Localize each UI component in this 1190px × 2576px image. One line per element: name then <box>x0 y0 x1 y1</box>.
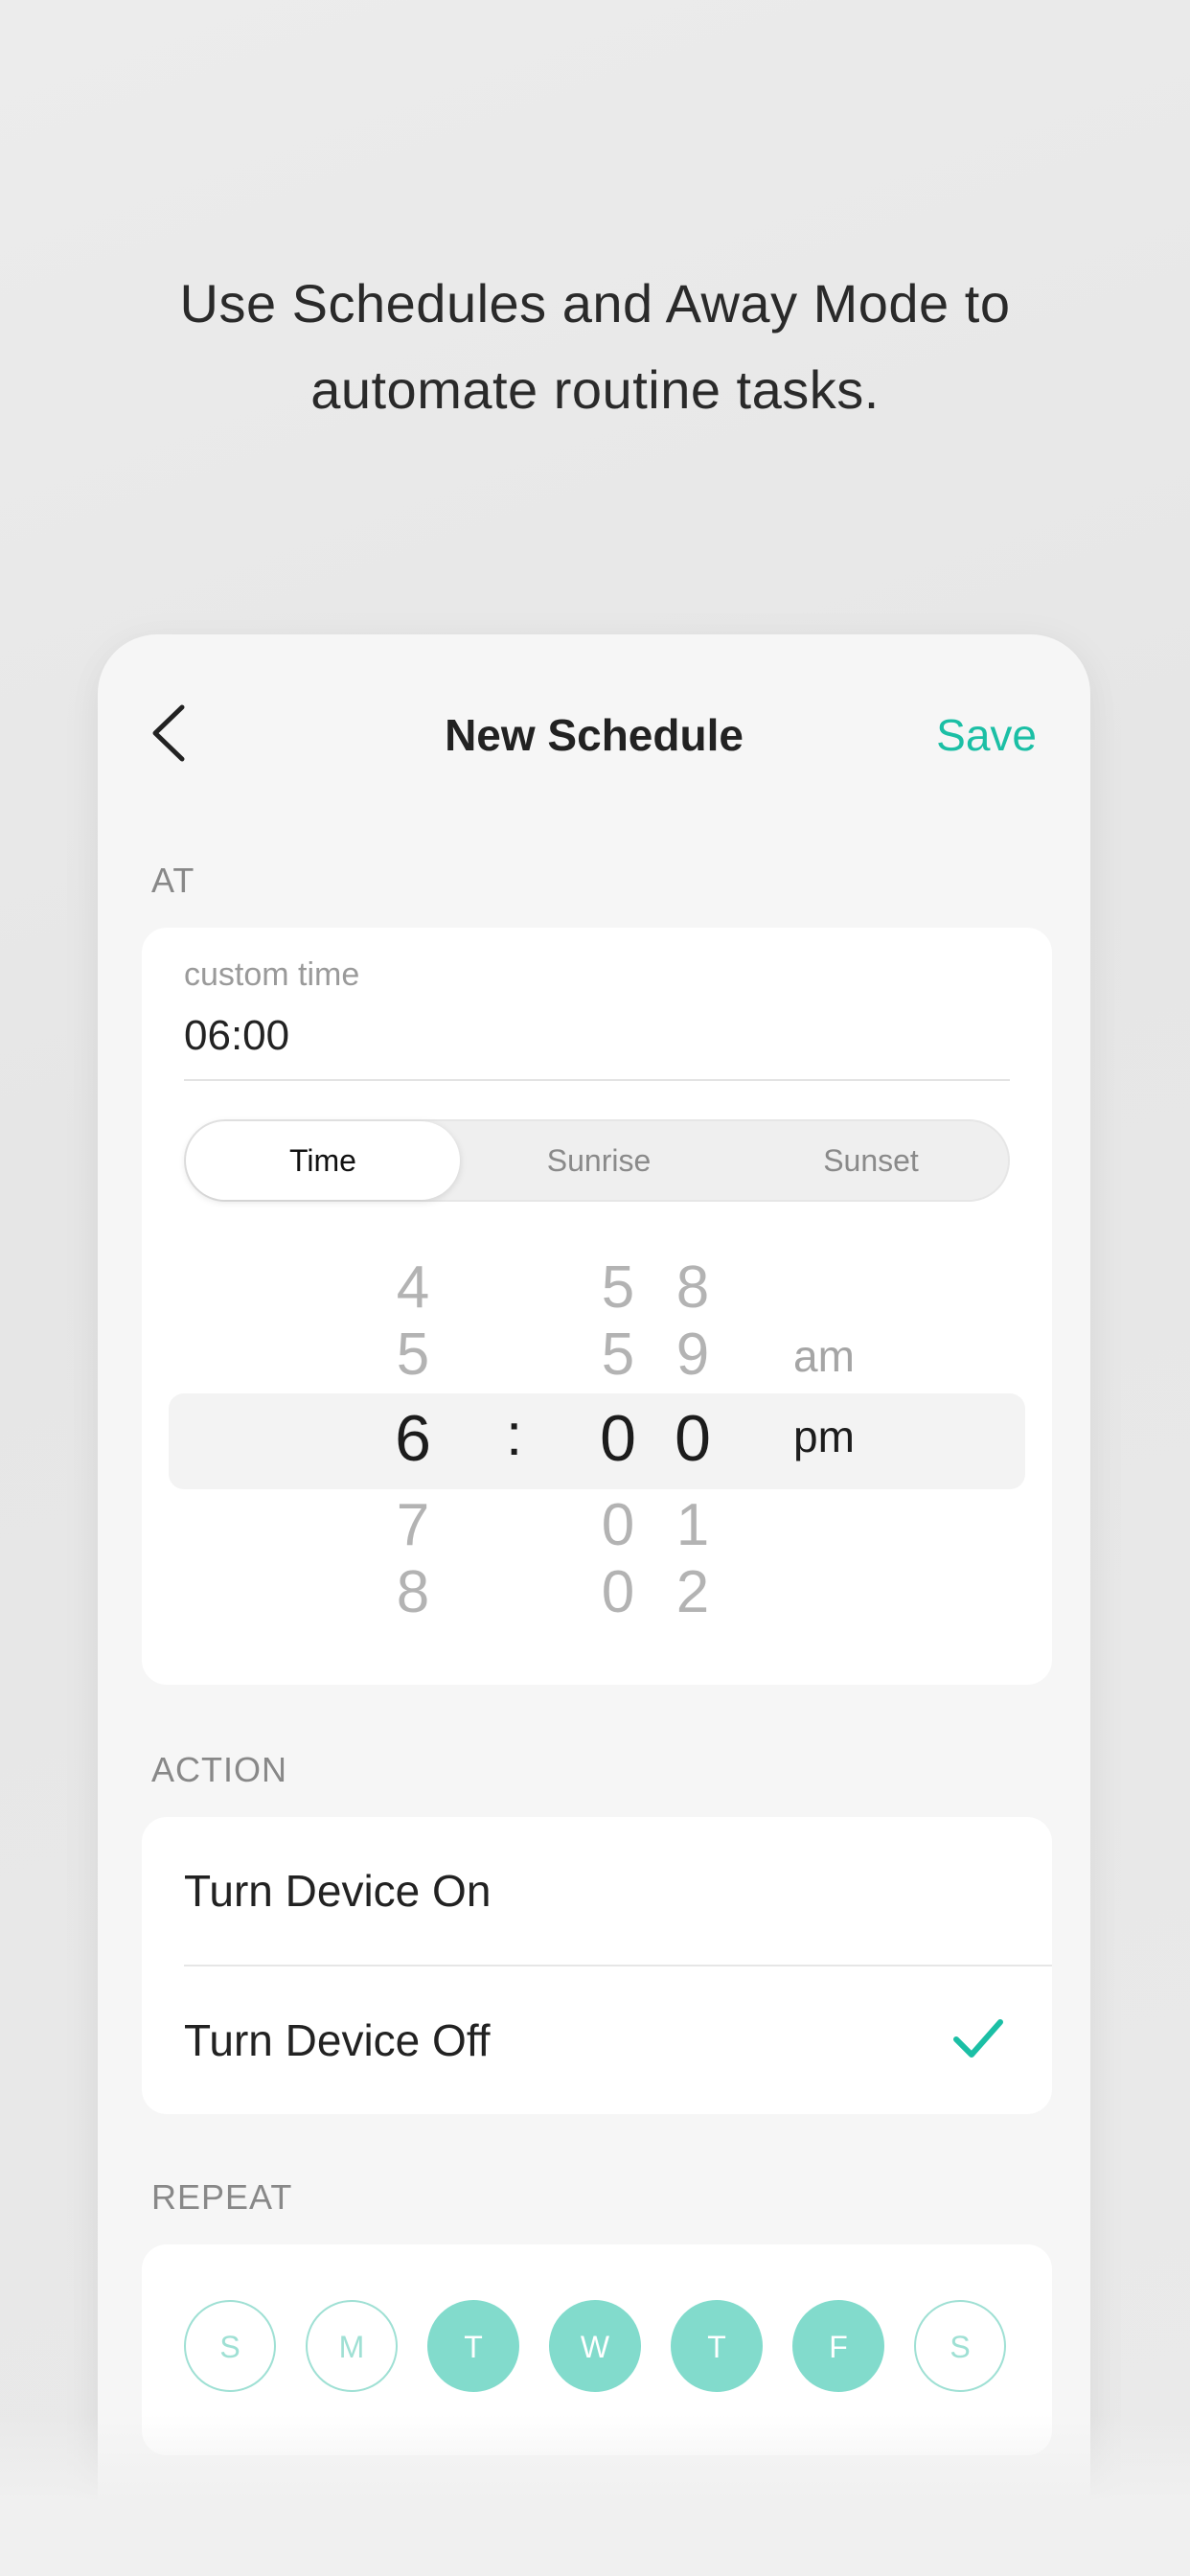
day-toggle-tuesday[interactable]: T <box>427 2300 519 2392</box>
action-option-turn-off[interactable]: Turn Device Off <box>142 1966 1052 2114</box>
hour-option: 8 <box>396 1559 430 1625</box>
time-mode-segmented-control: Time Sunrise Sunset <box>184 1119 1010 1202</box>
save-button[interactable]: Save <box>936 709 1037 761</box>
day-toggle-saturday[interactable]: S <box>914 2300 1006 2392</box>
action-panel: Turn Device On Turn Device Off <box>142 1817 1052 2114</box>
custom-time-label: custom time <box>184 956 360 993</box>
divider <box>184 1079 1010 1081</box>
hour-option: 5 <box>396 1322 430 1388</box>
minute-tens-option: 0 <box>601 1492 635 1558</box>
minute-ones-option: 8 <box>675 1254 710 1321</box>
minute-tens-option: 0 <box>601 1559 635 1625</box>
schedule-card: New Schedule Save AT custom time 06:00 T… <box>98 634 1090 2551</box>
period-selected-pm: pm <box>793 1412 855 1461</box>
action-option-label: Turn Device Off <box>184 2015 491 2065</box>
day-toggle-monday[interactable]: M <box>306 2300 398 2392</box>
headline-line-2: automate routine tasks. <box>310 359 880 420</box>
minute-ones-selected: 0 <box>675 1402 711 1475</box>
day-toggle-wednesday[interactable]: W <box>549 2300 641 2392</box>
day-toggle-friday[interactable]: F <box>792 2300 884 2392</box>
checkmark-icon <box>953 2019 1003 2058</box>
section-label-at: AT <box>151 861 195 900</box>
minute-ones-option: 9 <box>675 1322 710 1388</box>
minute-tens-selected: 0 <box>600 1402 636 1475</box>
day-toggle-sunday[interactable]: S <box>184 2300 276 2392</box>
time-separator: : <box>506 1402 523 1468</box>
action-option-turn-on[interactable]: Turn Device On <box>142 1817 1052 1965</box>
day-toggle-thursday[interactable]: T <box>671 2300 763 2392</box>
minute-ones-option: 1 <box>675 1492 710 1558</box>
hour-option: 4 <box>396 1254 430 1321</box>
period-option-am: am <box>793 1331 855 1381</box>
nav-bar: New Schedule Save <box>98 634 1090 836</box>
day-selector: S M T W T F S <box>184 2300 1010 2394</box>
section-label-action: ACTION <box>151 1750 288 1789</box>
hour-selected: 6 <box>395 1402 431 1475</box>
segment-time[interactable]: Time <box>186 1121 460 1200</box>
bottom-fade-overlay <box>0 2415 1190 2576</box>
headline-line-1: Use Schedules and Away Mode to <box>179 273 1011 334</box>
onboarding-headline: Use Schedules and Away Mode to automate … <box>0 261 1190 433</box>
segment-sunrise[interactable]: Sunrise <box>462 1121 736 1200</box>
minute-tens-option: 5 <box>601 1254 635 1321</box>
segment-sunset[interactable]: Sunset <box>734 1121 1008 1200</box>
time-panel: custom time 06:00 Time Sunrise Sunset 4 … <box>142 928 1052 1685</box>
action-option-label: Turn Device On <box>184 1866 492 1916</box>
minute-tens-option: 5 <box>601 1322 635 1388</box>
hour-option: 7 <box>396 1492 430 1558</box>
custom-time-field[interactable]: 06:00 <box>184 1012 289 1060</box>
section-label-repeat: REPEAT <box>151 2177 293 2217</box>
minute-ones-option: 2 <box>675 1559 710 1625</box>
